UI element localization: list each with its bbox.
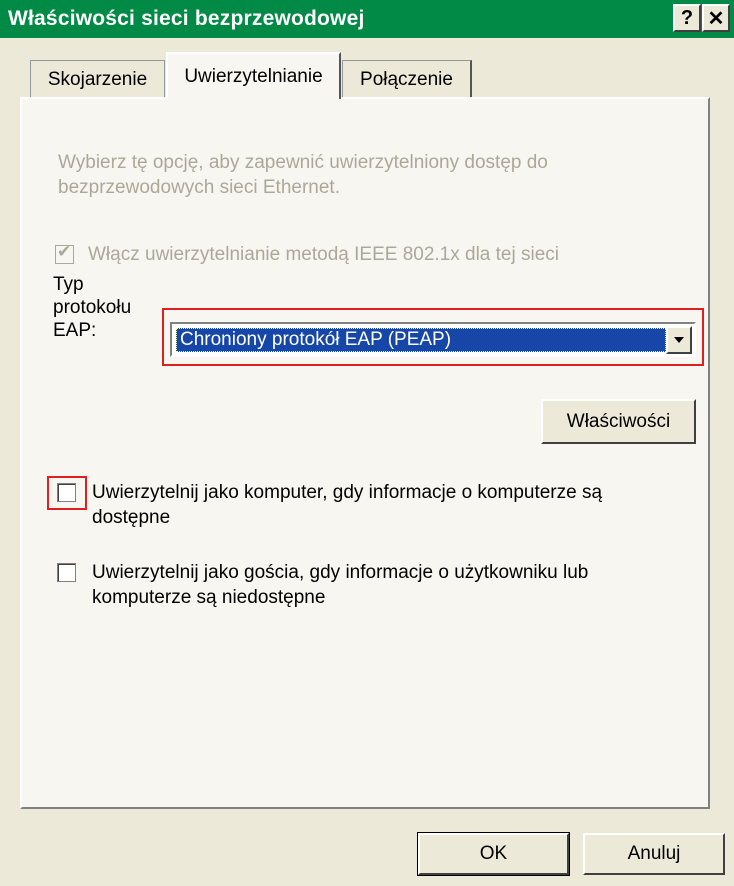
cancel-button[interactable]: Anuluj [583,833,725,875]
close-icon: ✕ [707,7,725,30]
label-line: Uwierzytelnij jako gościa, gdy informacj… [92,562,589,583]
tab-polaczenie[interactable]: Połączenie [342,60,472,98]
window-title: Właściwości sieci bezprzewodowej [8,7,365,30]
tab-skojarzenie[interactable]: Skojarzenie [30,60,165,98]
close-button[interactable]: ✕ [702,4,730,32]
tab-uwierzytelnianie[interactable]: Uwierzytelnianie [166,52,341,99]
title-bar[interactable]: Właściwości sieci bezprzewodowej ? ✕ [0,0,734,38]
auth-as-computer-checkbox[interactable] [57,483,76,502]
enable-8021x-label: Włącz uwierzytelnianie metodą IEEE 802.1… [88,244,560,265]
properties-button[interactable]: Właściwości [541,399,696,444]
tab-label: Połączenie [360,68,453,90]
eap-type-dropdown-button[interactable] [666,326,692,354]
eap-type-label: Typ protokołu EAP: [53,273,131,342]
eap-type-select[interactable]: Chroniony protokół EAP (PEAP) [170,322,696,357]
chevron-down-icon [674,337,684,343]
help-button[interactable]: ? [673,4,701,32]
ok-button[interactable]: OK [417,832,570,876]
eap-type-selected-value: Chroniony protokół EAP (PEAP) [176,328,666,352]
checkmark-icon: ✔ [57,242,72,261]
help-icon: ? [680,6,694,29]
tab-label: Uwierzytelnianie [184,65,323,87]
label-line: Uwierzytelnij jako komputer, gdy informa… [92,482,603,503]
auth-as-computer-label: Uwierzytelnij jako komputer, gdy informa… [92,480,602,530]
auth-as-guest-checkbox[interactable] [57,563,76,582]
eap-type-label-line: EAP: [53,320,97,341]
label-line: dostępne [92,507,171,528]
auth-as-guest-label: Uwierzytelnij jako gościa, gdy informacj… [92,560,588,610]
label-line: komputerze są niedostępne [92,587,326,608]
tab-panel [20,97,710,809]
description-text: Wybierz tę opcję, aby zapewnić uwierzyte… [58,152,548,198]
eap-type-label-line: Typ [53,274,84,295]
tab-label: Skojarzenie [47,68,148,90]
dialog-window: Właściwości sieci bezprzewodowej ? ✕ Sko… [0,0,734,886]
enable-8021x-checkbox[interactable]: ✔ [55,242,74,264]
eap-type-label-line: protokołu [53,297,132,318]
